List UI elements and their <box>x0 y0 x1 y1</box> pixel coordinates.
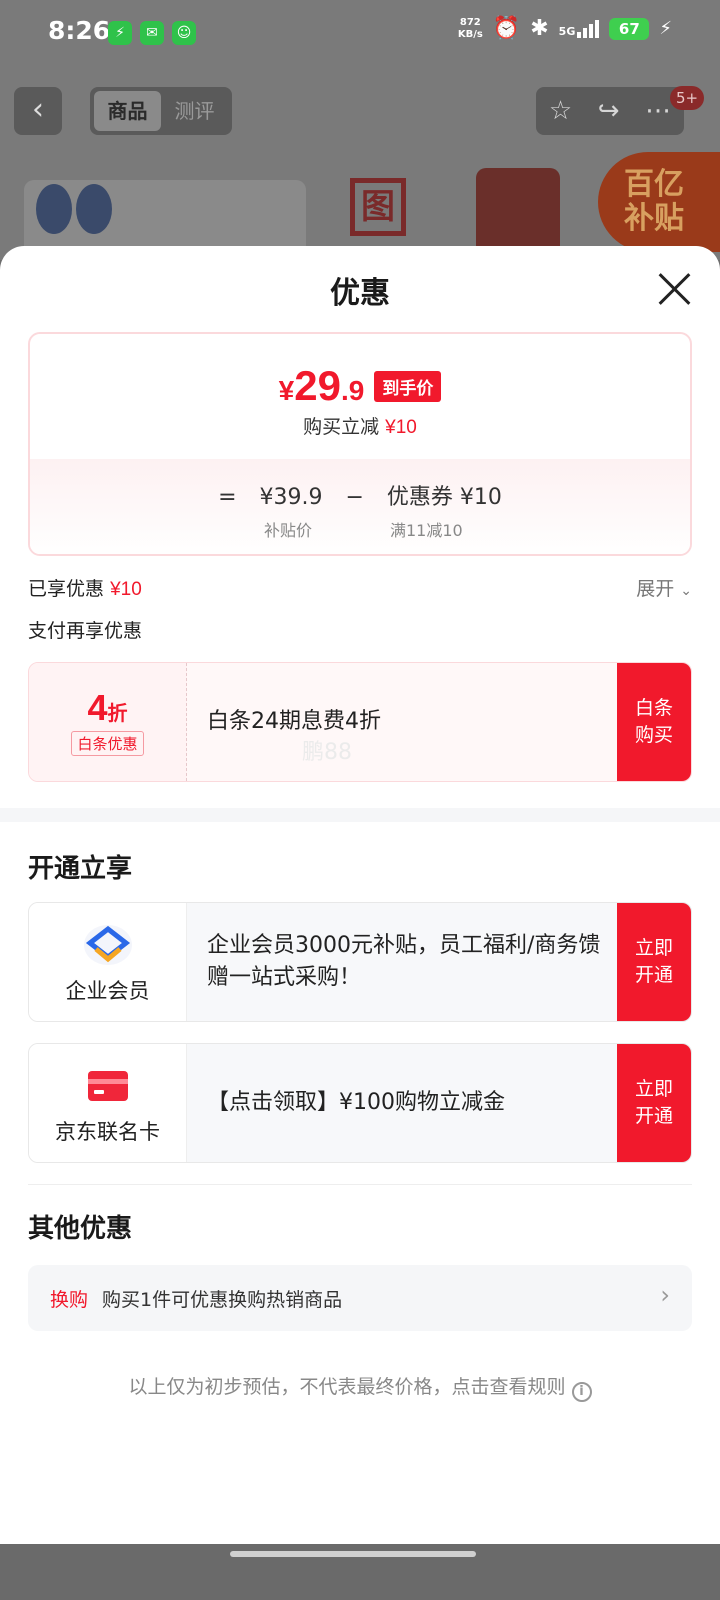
tab-product[interactable]: 商品 <box>94 91 161 131</box>
sheet-title: 优惠 <box>330 276 390 311</box>
price-formula: = ¥39.9 − 优惠券 ¥10 补贴价 满11减10 <box>30 459 690 554</box>
trade-in-text: 购买1件可优惠换购热销商品 <box>102 1289 343 1311</box>
baitiao-desc: 白条24期息费4折 <box>207 709 381 734</box>
enterprise-member-icon <box>81 921 135 969</box>
battery-icon: 67 <box>609 17 650 40</box>
status-bar: 8:26 ⚡ ✉ ☺ 872 KB/s ⏰ ✱ 5G 67 ⚡ <box>0 0 720 66</box>
bluetooth-icon: ✱ <box>530 16 549 41</box>
messages-icon: ✉ <box>140 21 164 45</box>
net-speed: 872 KB/s <box>457 16 483 40</box>
section-separator <box>0 808 720 822</box>
wechat-icon: ☺ <box>172 21 196 45</box>
baitiao-coupon[interactable]: 4折 白条优惠 白条24期息费4折 白条购买 <box>28 662 692 782</box>
chevron-down-icon: ⌄ <box>680 583 692 599</box>
enterprise-member-open-button[interactable]: 立即开通 <box>617 903 691 1021</box>
baitiao-tag: 白条优惠 <box>71 731 144 756</box>
info-icon[interactable]: i <box>571 1382 592 1402</box>
trade-in-row[interactable]: 换购 购买1件可优惠换购热销商品 › <box>28 1265 692 1331</box>
divider <box>28 1184 692 1185</box>
charging-icon: ⚡ <box>659 18 672 39</box>
favorite-star-icon[interactable]: ☆ <box>549 96 572 126</box>
other-section-title: 其他优惠 <box>28 1214 133 1244</box>
enterprise-member-desc: 企业会员3000元补贴，员工福利/商务馈赠一站式采购！ <box>207 933 601 990</box>
award-medal-icon <box>76 184 112 234</box>
status-time: 8:26 <box>48 16 111 45</box>
subsidy-badge: 百亿 补贴 <box>598 152 720 252</box>
back-button[interactable]: ‹ <box>14 87 62 135</box>
final-price-tag: 到手价 <box>374 371 442 402</box>
background-page: 8:26 ⚡ ✉ ☺ 872 KB/s ⏰ ✱ 5G 67 ⚡ ‹ 商品 测评 … <box>0 0 720 260</box>
charging-app-icon: ⚡ <box>108 21 132 45</box>
tab-switcher: 商品 测评 <box>90 87 232 135</box>
trade-in-tag: 换购 <box>50 1289 89 1311</box>
baitiao-buy-button[interactable]: 白条购买 <box>617 663 691 781</box>
watermark: 鹏88 <box>302 740 352 765</box>
final-price: ¥29.9 <box>278 362 365 409</box>
status-icons: 872 KB/s ⏰ ✱ 5G 67 ⚡ <box>458 16 672 41</box>
coupon-amount: 优惠券 ¥10 <box>386 485 502 510</box>
cobrand-card-desc: 【点击领取】¥100购物立减金 <box>207 1090 505 1115</box>
cobrand-card-row[interactable]: 京东联名卡 【点击领取】¥100购物立减金 立即开通 <box>28 1043 692 1163</box>
cobrand-card-name: 京东联名卡 <box>55 1120 160 1144</box>
enjoyed-discount: 已享优惠 ¥10 <box>28 578 142 600</box>
home-indicator[interactable] <box>230 1551 476 1557</box>
alarm-icon: ⏰ <box>492 16 521 41</box>
baitiao-discount: 4折 白条优惠 <box>29 663 187 781</box>
credit-card-icon <box>81 1062 135 1110</box>
close-icon[interactable] <box>658 272 692 306</box>
expand-button[interactable]: 展开 ⌄ <box>636 574 692 601</box>
award-medal-icon <box>36 184 72 234</box>
open-section-title: 开通立享 <box>28 854 133 884</box>
brand-banner <box>476 168 560 254</box>
instant-reduction: 购买立减 ¥10 <box>303 416 417 438</box>
share-icon[interactable]: ↪ <box>598 96 620 126</box>
disclaimer[interactable]: 以上仅为初步预估，不代表最终价格，点击查看规则 i <box>0 1372 720 1402</box>
subsidy-price: ¥39.9 <box>259 485 323 510</box>
message-badge: 5+ <box>670 86 705 110</box>
enterprise-member-row[interactable]: 企业会员 企业会员3000元补贴，员工福利/商务馈赠一站式采购！ 立即开通 <box>28 902 692 1022</box>
pay-more-label: 支付再享优惠 <box>28 620 143 642</box>
more-icon[interactable]: ⋯ <box>645 96 671 126</box>
nav-actions: ☆ ↪ ⋯ <box>536 87 684 135</box>
brand-seal: 图 <box>350 178 406 236</box>
discount-sheet: 优惠 ¥29.9 到手价 购买立减 ¥10 = ¥39.9 − 优惠券 ¥10 … <box>0 246 720 1600</box>
price-summary: ¥29.9 到手价 购买立减 ¥10 <box>30 334 690 459</box>
tab-review[interactable]: 测评 <box>161 91 228 131</box>
coupon-rule-label: 满11减10 <box>390 521 463 540</box>
subsidy-price-label: 补贴价 <box>264 521 313 540</box>
cobrand-card-open-button[interactable]: 立即开通 <box>617 1044 691 1162</box>
enterprise-member-name: 企业会员 <box>65 979 150 1003</box>
chevron-right-icon: › <box>660 1281 670 1309</box>
price-card: ¥29.9 到手价 购买立减 ¥10 = ¥39.9 − 优惠券 ¥10 补贴价… <box>28 332 692 556</box>
signal-icon: 5G <box>559 19 600 38</box>
